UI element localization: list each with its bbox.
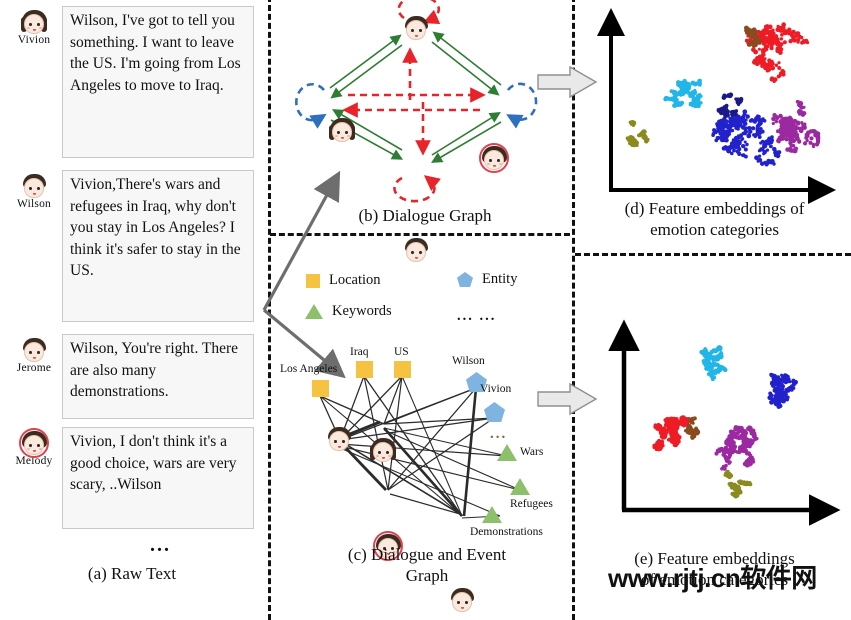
node-label-iraq: Iraq bbox=[350, 346, 369, 358]
node-label-demonstrations: Demonstrations bbox=[470, 526, 543, 538]
figure-root: Vivion Wilson, I've got to tell you some… bbox=[0, 0, 851, 620]
node-keyword-refugees bbox=[510, 478, 530, 495]
speaker-block: Vivion bbox=[6, 6, 62, 46]
message-text: Vivion, I don't think it's a good choice… bbox=[70, 433, 237, 493]
scatter-points-e bbox=[652, 345, 798, 499]
node-label-refugees: Refugees bbox=[510, 498, 553, 510]
panel-c-caption-line2: Graph bbox=[405, 566, 449, 585]
node-keyword-wars bbox=[497, 444, 517, 461]
message-text: Wilson, I've got to tell you something. … bbox=[70, 12, 241, 94]
node-location-los-angeles bbox=[312, 380, 329, 397]
female-avatar-icon bbox=[20, 8, 48, 36]
node-location-us bbox=[394, 361, 411, 378]
dialogue-message: Wilson Vivion,There's wars and refugees … bbox=[6, 170, 256, 322]
scatter-plot-e bbox=[608, 319, 841, 526]
divider-right-horizontal bbox=[575, 253, 851, 256]
dialogue-message: Vivion Wilson, I've got to tell you some… bbox=[6, 6, 256, 158]
watermark-text: www.rjtj.cn软件网 bbox=[608, 563, 817, 593]
node-label-vivion: Vivion bbox=[480, 383, 512, 395]
graph-node-female-ring-right bbox=[479, 143, 509, 173]
panel-b-caption: (b) Dialogue Graph bbox=[358, 206, 492, 225]
node-ellipsis: ... bbox=[490, 426, 508, 442]
panel-c-caption-line1: (c) Dialogue and Event bbox=[347, 545, 507, 564]
female-avatar-ring-icon bbox=[19, 428, 49, 458]
node-label-wars: Wars bbox=[520, 446, 544, 458]
message-text: Wilson, You're right. There are also man… bbox=[70, 340, 239, 400]
graph-node-male-top bbox=[402, 14, 430, 42]
event-graph-node-male-1 bbox=[325, 425, 353, 453]
message-bubble: Vivion,There's wars and refugees in Iraq… bbox=[62, 170, 254, 322]
panel-d-caption-line2: emotion categories bbox=[650, 220, 779, 239]
dialogue-message: Melody Vivion, I don't think it's a good… bbox=[6, 427, 256, 529]
male-avatar-icon bbox=[20, 172, 48, 200]
event-graph-node-male-2 bbox=[448, 586, 476, 614]
node-label-los-angeles: Los Angeles bbox=[280, 363, 338, 375]
message-bubble: Wilson, I've got to tell you something. … bbox=[62, 6, 254, 158]
speaker-block: Wilson bbox=[6, 170, 62, 210]
panel-raw-text: Vivion Wilson, I've got to tell you some… bbox=[0, 0, 262, 616]
scatter-points-d bbox=[625, 22, 821, 167]
event-graph-node-female-1 bbox=[369, 436, 397, 464]
message-bubble: Wilson, You're right. There are also man… bbox=[62, 334, 254, 419]
message-bubble: Vivion, I don't think it's a good choice… bbox=[62, 427, 254, 529]
panel-embeddings-d: (d) Feature embeddings of emotion catego… bbox=[578, 0, 851, 253]
panel-a-caption: (a) Raw Text bbox=[87, 564, 177, 583]
panel-dialogue-graph: (b) Dialogue Graph bbox=[280, 0, 570, 262]
dialogue-message: Jerome Wilson, You're right. There are a… bbox=[6, 334, 256, 419]
message-text: Vivion,There's wars and refugees in Iraq… bbox=[70, 176, 241, 279]
male-avatar-icon bbox=[20, 336, 48, 364]
node-location-iraq bbox=[356, 361, 373, 378]
node-keyword-demonstrations bbox=[482, 506, 502, 523]
speaker-block: Melody bbox=[6, 427, 62, 467]
panel-a-ellipsis: ... bbox=[150, 534, 171, 556]
panel-event-graph: Location Entity Keywords ... ... Iraq US… bbox=[272, 238, 572, 616]
graph-node-female-left bbox=[328, 116, 356, 144]
node-label-wilson: Wilson bbox=[452, 355, 485, 367]
scatter-plot-d bbox=[597, 8, 836, 204]
node-label-us: US bbox=[394, 346, 409, 358]
panel-d-caption-line1: (d) Feature embeddings of bbox=[624, 199, 805, 218]
speaker-block: Jerome bbox=[6, 334, 62, 374]
